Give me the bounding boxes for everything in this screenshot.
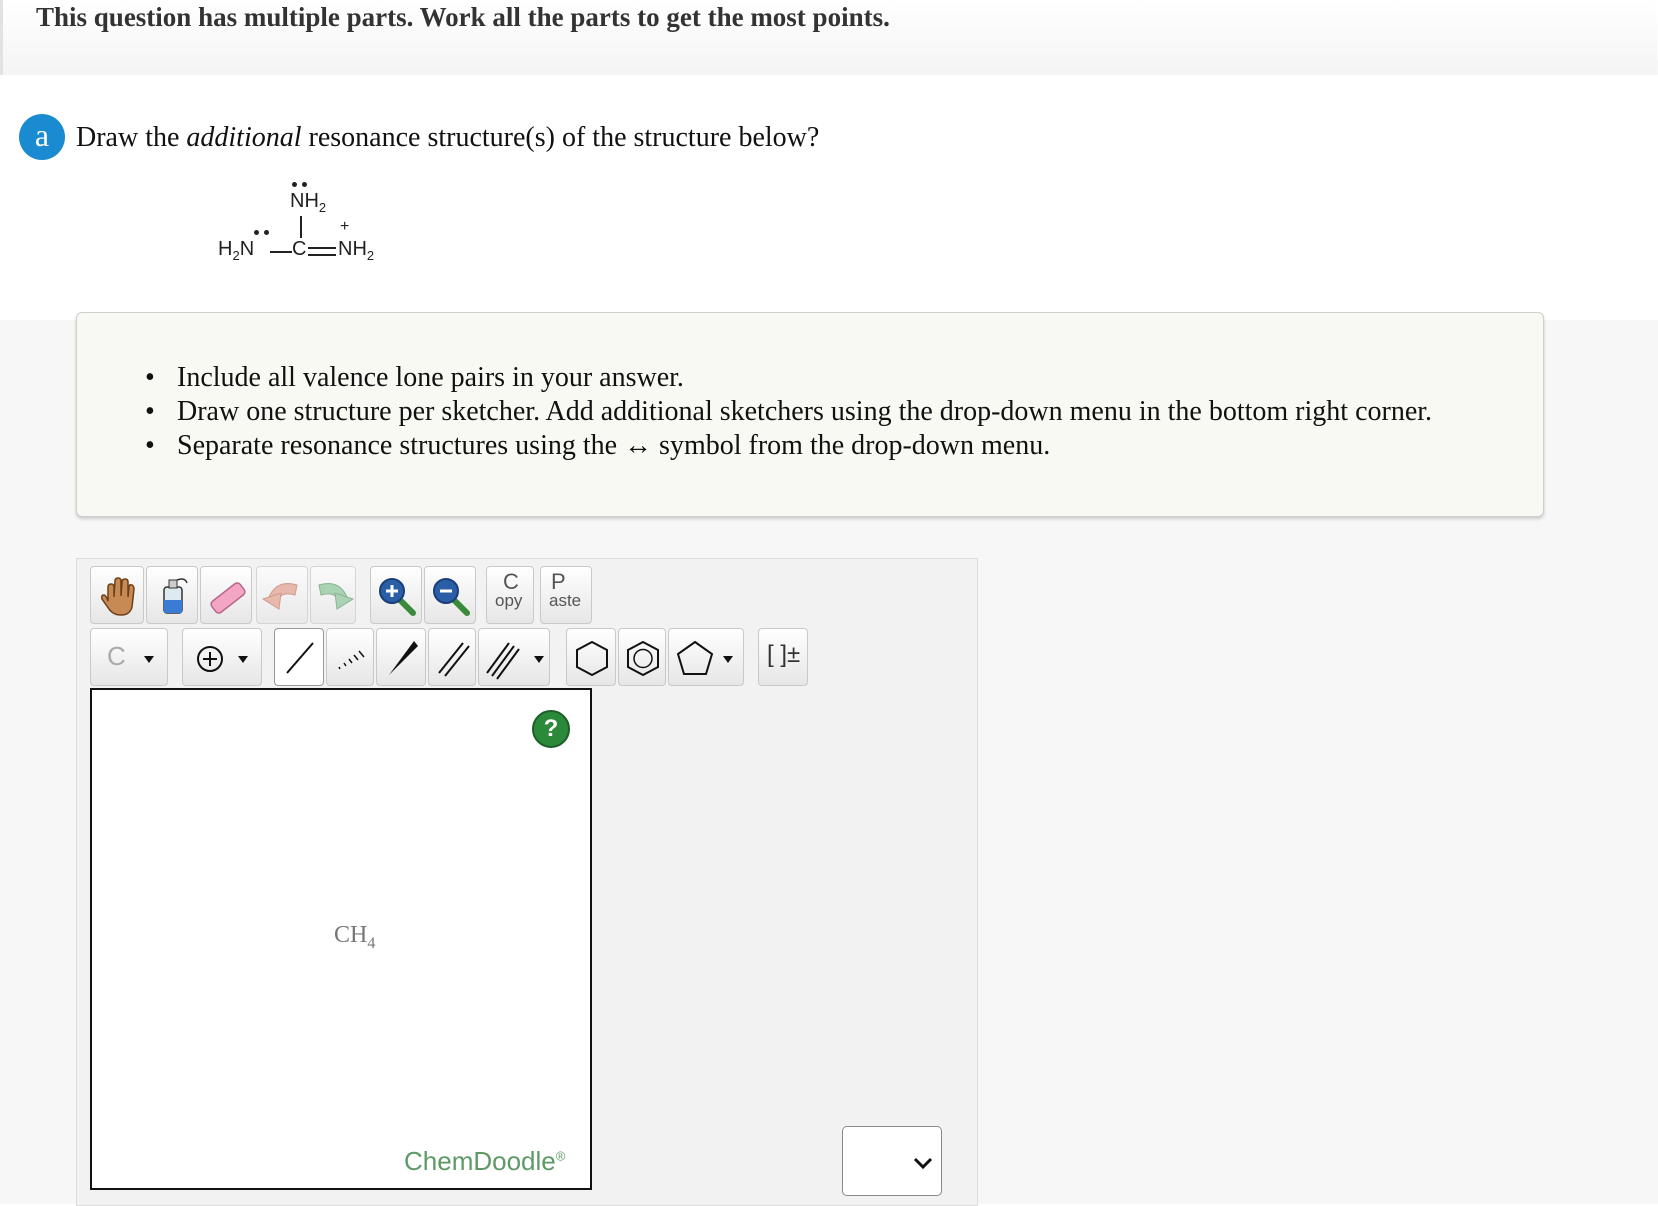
instructions-list: • Include all valence lone pairs in your …	[145, 361, 1432, 463]
double-bond-line	[308, 254, 336, 256]
drawing-canvas[interactable]: ? CH4 ChemDoodle®	[90, 688, 592, 1190]
lone-pair-dot	[264, 230, 269, 235]
lone-pair-dot	[292, 182, 297, 187]
question-suffix: resonance structure(s) of the structure …	[301, 122, 820, 153]
positive-charge: +	[340, 218, 350, 235]
question-prefix: Draw the	[76, 122, 187, 153]
central-carbon: C	[292, 238, 307, 260]
instruction-item: • Separate resonance structures using the…	[145, 430, 1051, 461]
copy-button[interactable]: C opy	[486, 566, 534, 624]
plus-charge-icon	[197, 646, 248, 672]
hand-icon	[101, 577, 135, 616]
charge-tool-selector[interactable]	[182, 628, 262, 686]
help-button[interactable]: ?	[532, 710, 570, 748]
redo-icon	[318, 583, 355, 610]
ring-tool-selector[interactable]	[668, 628, 744, 686]
pan-tool-button[interactable]	[90, 566, 144, 624]
cyclohexane-tool[interactable]	[566, 628, 616, 686]
single-bond-vertical	[300, 216, 302, 238]
single-bond	[270, 251, 292, 253]
zoom-out-button[interactable]	[424, 566, 476, 624]
double-bond-line	[308, 247, 336, 249]
zoom-out-icon	[433, 578, 470, 616]
redo-button[interactable]	[310, 566, 356, 624]
paste-button[interactable]: P aste	[540, 566, 592, 624]
clear-tool-button[interactable]	[146, 566, 198, 624]
triple-bond-icon	[486, 642, 544, 680]
zoom-in-icon	[379, 578, 416, 616]
element-selector[interactable]: C	[90, 628, 168, 686]
dropdown-arrow-icon	[144, 656, 154, 663]
benzene-icon	[627, 640, 659, 677]
eraser-icon	[210, 582, 246, 614]
question-text: Draw the additional resonance structure(…	[76, 122, 819, 154]
wedge-bond-icon	[389, 641, 418, 675]
benzene-tool[interactable]	[618, 628, 666, 686]
question-emphasis: additional	[186, 122, 302, 153]
undo-icon	[261, 583, 298, 610]
lone-pair-dot	[302, 182, 307, 187]
bracket-charge-icon: [ ]±	[767, 641, 801, 668]
lone-pair-dot	[254, 230, 259, 235]
double-bond-icon	[438, 642, 470, 677]
part-badge: a	[19, 114, 65, 160]
hashed-bond-tool[interactable]	[326, 628, 374, 686]
default-molecule-label: CH4	[334, 922, 376, 952]
header-title: This question has multiple parts. Work a…	[36, 2, 890, 32]
undo-button[interactable]	[256, 566, 308, 624]
single-bond-tool[interactable]	[274, 628, 324, 686]
sketcher-add-dropdown[interactable]	[842, 1126, 942, 1196]
molecule-structure: NH2 + H2N C NH2	[218, 182, 420, 286]
double-bond-tool[interactable]	[428, 628, 476, 686]
bracket-tool[interactable]: [ ]±	[758, 628, 808, 686]
right-iminium-group: NH2	[338, 238, 375, 263]
top-amine-group: NH2	[290, 190, 327, 215]
triple-bond-selector[interactable]	[478, 628, 550, 686]
cyclopentane-icon	[676, 640, 733, 675]
question-header: This question has multiple parts. Work a…	[0, 0, 1657, 75]
zoom-in-button[interactable]	[370, 566, 422, 624]
instruction-item: • Include all valence lone pairs in your …	[145, 362, 684, 393]
chevron-down-icon	[913, 1157, 933, 1170]
single-bond-icon	[286, 642, 314, 674]
instructions-box: • Include all valence lone pairs in your …	[76, 312, 1544, 517]
lasso-icon	[163, 578, 188, 614]
chemdoodle-logo: ChemDoodle®	[404, 1146, 566, 1176]
wedge-bond-tool[interactable]	[376, 628, 426, 686]
left-amine-group: H2N	[218, 238, 255, 263]
instruction-item: • Draw one structure per sketcher. Add ad…	[145, 396, 1433, 427]
eraser-tool-button[interactable]	[200, 566, 252, 624]
cyclohexane-icon	[576, 640, 608, 677]
hashed-bond-icon	[338, 650, 365, 670]
